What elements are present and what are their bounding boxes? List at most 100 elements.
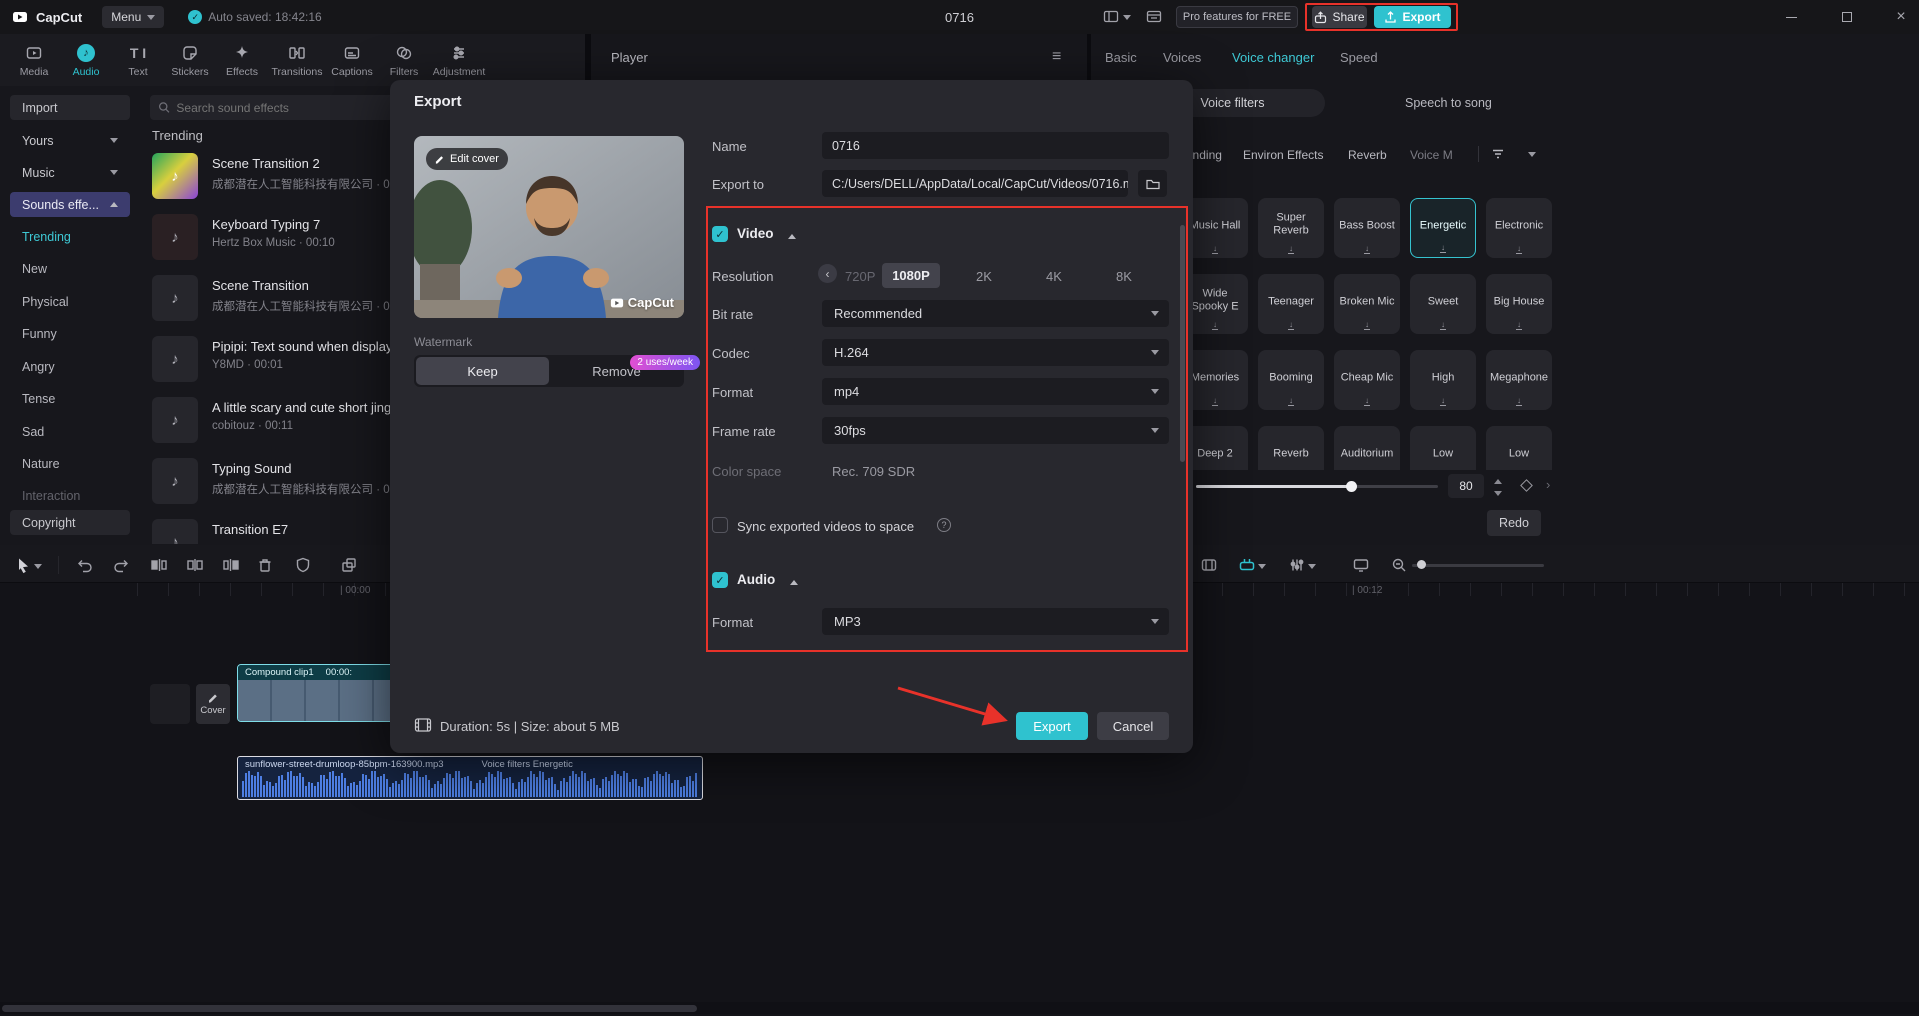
chip-voice-m[interactable]: Voice M (1410, 148, 1453, 162)
sidebar-category-new[interactable]: New (22, 262, 47, 276)
toolbar-captions[interactable]: Captions (326, 44, 378, 78)
subtab-speech-to-song[interactable]: Speech to song (1405, 96, 1492, 110)
adapt-screen-icon[interactable] (1348, 552, 1374, 578)
sidebar-category-sad[interactable]: Sad (22, 425, 44, 439)
maximize-button[interactable] (1832, 6, 1862, 28)
voice-tile[interactable]: Megaphone ↓ (1486, 350, 1552, 410)
trim-left-icon[interactable] (146, 552, 172, 578)
voice-tile[interactable]: Cheap Mic ↓ (1334, 350, 1400, 410)
voice-tile[interactable]: Low (1486, 426, 1552, 470)
mask-icon[interactable] (290, 552, 316, 578)
effects-icon (236, 46, 248, 58)
voice-tile[interactable]: Electronic ↓ (1486, 198, 1552, 258)
import-button[interactable]: Import (10, 95, 130, 120)
select-tool-dropdown-icon[interactable] (34, 564, 42, 573)
chip-environ-effects[interactable]: Environ Effects (1243, 148, 1323, 162)
voice-tile[interactable]: Big House ↓ (1486, 274, 1552, 334)
capcut-logo-icon (12, 9, 28, 25)
toolbar-transitions[interactable]: Transitions (268, 44, 326, 78)
pro-features-button[interactable]: Pro features for FREE (1176, 6, 1298, 28)
tab-voice-changer[interactable]: Voice changer (1232, 50, 1314, 65)
name-input[interactable]: 0716 (822, 132, 1169, 159)
toolbar-filters[interactable]: Filters (378, 44, 430, 78)
dialog-title: Export (414, 93, 462, 110)
toolbar-audio[interactable]: ♪ Audio (60, 44, 112, 78)
voice-tile[interactable]: Super Reverb ↓ (1258, 198, 1324, 258)
clip-title: Compound clip1 (245, 667, 314, 678)
mixer-icon[interactable] (1284, 552, 1310, 578)
layout-switch-icon[interactable] (1103, 9, 1131, 25)
dialog-cancel-button[interactable]: Cancel (1097, 712, 1169, 740)
trim-right-icon[interactable] (218, 552, 244, 578)
delete-icon[interactable] (252, 552, 278, 578)
toolbar-adjustment[interactable]: Adjustment (430, 44, 488, 78)
voice-tile[interactable]: Low (1410, 426, 1476, 470)
timeline-hscroll-thumb[interactable] (2, 1005, 697, 1012)
toolbar-stickers[interactable]: Stickers (164, 44, 216, 78)
watermark-segmented: Keep Remove 2 uses/week (414, 355, 700, 387)
voice-tile[interactable]: Reverb (1258, 426, 1324, 470)
panel-toggle-icon[interactable] (1146, 9, 1162, 25)
select-tool-icon[interactable] (10, 552, 36, 578)
filmstrip-icon[interactable] (1196, 552, 1222, 578)
intensity-slider-handle[interactable] (1346, 481, 1357, 492)
timeline-zoom-slider[interactable] (1412, 564, 1544, 567)
watermark-label: Watermark (414, 335, 473, 349)
search-icon (159, 102, 170, 113)
voice-tile[interactable]: Booming ↓ (1258, 350, 1324, 410)
chip-dropdown-icon[interactable] (1528, 152, 1536, 161)
voice-tile[interactable]: Auditorium (1334, 426, 1400, 470)
intensity-value[interactable]: 80 (1448, 474, 1484, 498)
toolbar-media[interactable]: Media (8, 44, 60, 78)
sidebar-category-tense[interactable]: Tense (22, 392, 55, 406)
chevron-down-icon[interactable] (1308, 564, 1316, 573)
menu-button[interactable]: Menu (102, 6, 165, 28)
sidebar-category-interaction[interactable]: Interaction (22, 489, 80, 503)
auto-ripple-icon[interactable] (1234, 552, 1260, 578)
voice-tile[interactable]: Sweet ↓ (1410, 274, 1476, 334)
sidebar-group-music[interactable]: Music (10, 160, 130, 185)
voice-tile[interactable]: Teenager ↓ (1258, 274, 1324, 334)
voice-tile[interactable]: Broken Mic ↓ (1334, 274, 1400, 334)
cover-button[interactable]: Cover (196, 684, 230, 724)
chevron-down-icon[interactable] (1258, 564, 1266, 573)
export-path-input[interactable]: C:/Users/DELL/AppData/Local/CapCut/Video… (822, 170, 1128, 197)
value-stepper[interactable] (1494, 477, 1502, 498)
sidebar-category-funny[interactable]: Funny (22, 327, 57, 341)
tab-speed[interactable]: Speed (1340, 50, 1378, 65)
sidebar-category-physical[interactable]: Physical (22, 295, 69, 309)
sidebar-category-angry[interactable]: Angry (22, 360, 55, 374)
voice-tile[interactable]: Bass Boost ↓ (1334, 198, 1400, 258)
timeline-zoom-handle[interactable] (1417, 560, 1426, 569)
tab-voices[interactable]: Voices (1163, 50, 1201, 65)
audio-clip[interactable]: sunflower-street-drumloop-85bpm-163900.m… (237, 756, 703, 800)
player-menu-icon[interactable]: ≡ (1052, 48, 1061, 66)
redo-button[interactable]: Redo (1487, 510, 1541, 536)
redo-icon[interactable] (108, 552, 134, 578)
sort-icon[interactable] (1490, 146, 1506, 162)
split-icon[interactable] (182, 552, 208, 578)
edit-cover-button[interactable]: Edit cover (426, 148, 508, 170)
toolbar-text[interactable]: T I Text (112, 44, 164, 78)
undo-icon[interactable] (72, 552, 98, 578)
close-button[interactable]: × (1886, 6, 1916, 28)
chip-reverb[interactable]: Reverb (1348, 148, 1387, 162)
chevron-right-icon[interactable]: › (1546, 477, 1550, 492)
transitions-icon (289, 47, 305, 59)
sidebar-group-yours[interactable]: Yours (10, 128, 130, 153)
sidebar-category-nature[interactable]: Nature (22, 457, 60, 471)
dialog-export-button[interactable]: Export (1016, 712, 1088, 740)
zoom-out-icon[interactable] (1386, 552, 1412, 578)
sidebar-copyright-button[interactable]: Copyright (10, 510, 130, 535)
overlay-icon[interactable] (336, 552, 362, 578)
browse-folder-button[interactable] (1138, 170, 1167, 197)
voice-tile[interactable]: High ↓ (1410, 350, 1476, 410)
sidebar-category-trending[interactable]: Trending (22, 230, 71, 244)
toolbar-effects[interactable]: Effects (216, 44, 268, 78)
film-icon (414, 716, 432, 734)
tab-basic[interactable]: Basic (1105, 50, 1137, 65)
minimize-button[interactable] (1776, 6, 1806, 28)
sidebar-group-sound-effects[interactable]: Sounds effe... (10, 192, 130, 217)
watermark-keep-button[interactable]: Keep (416, 357, 549, 385)
voice-tile-selected[interactable]: Energetic ↓ (1410, 198, 1476, 258)
